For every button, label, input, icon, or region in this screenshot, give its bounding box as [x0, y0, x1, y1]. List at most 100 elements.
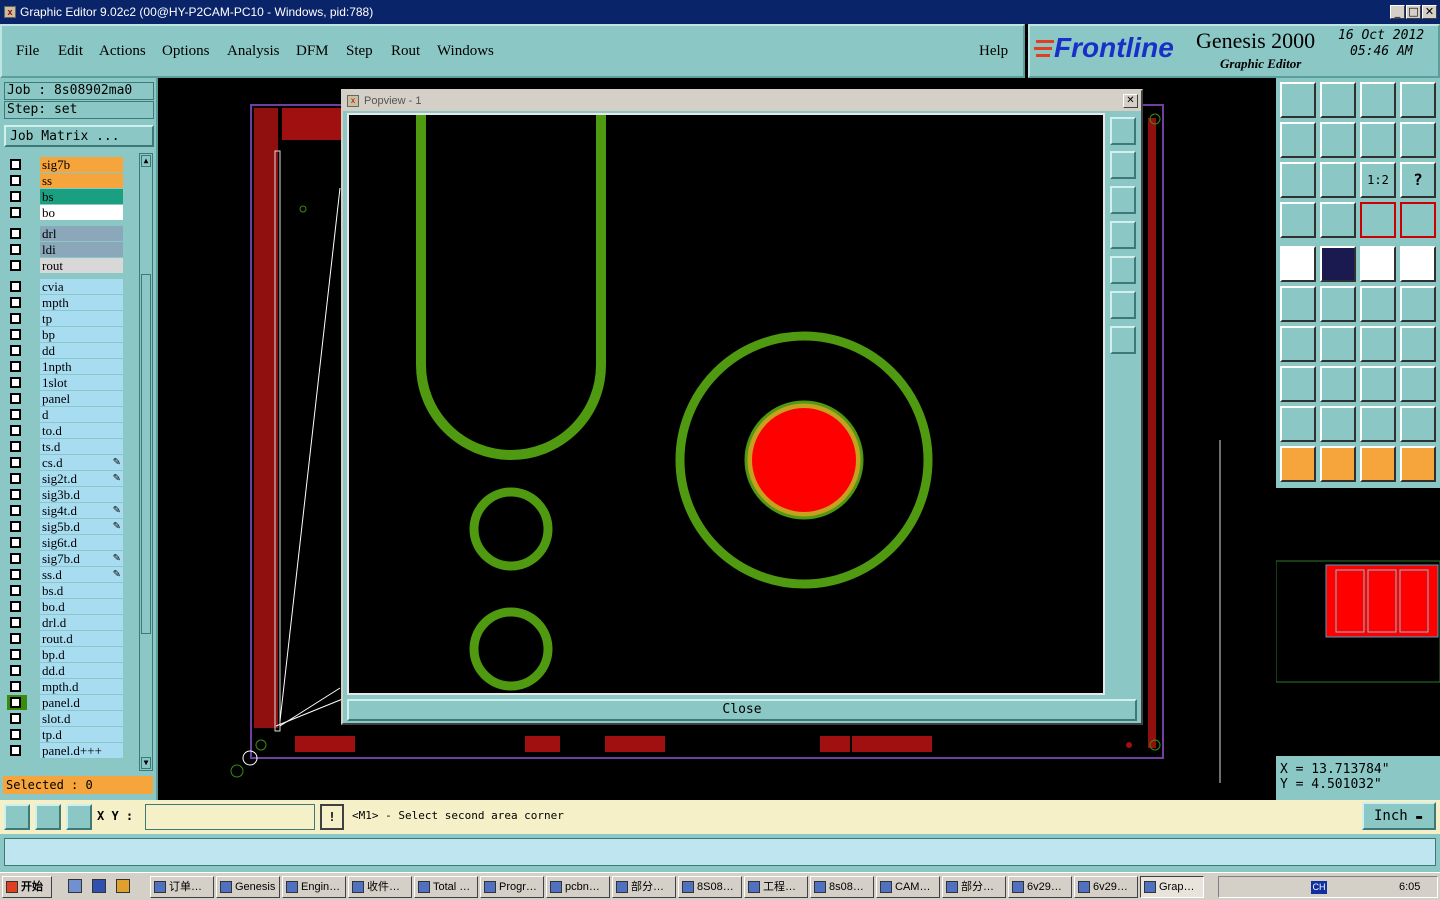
layer-name[interactable]: bp.d	[40, 647, 123, 662]
layer-name[interactable]: bo	[40, 205, 123, 220]
layer-name[interactable]: drl.d	[40, 615, 123, 630]
layer-row[interactable]: tp.d	[7, 727, 125, 742]
layer-row[interactable]: mpth.d	[7, 679, 125, 694]
layer-name[interactable]: rout	[40, 258, 123, 273]
language-indicator[interactable]: CH	[1311, 881, 1327, 894]
layer-row[interactable]: sig4t.d ✎	[7, 503, 125, 518]
zoom-area-icon[interactable]	[35, 804, 61, 830]
layer-checkbox[interactable]	[10, 681, 21, 692]
layer-row[interactable]: tp	[7, 311, 125, 326]
taskbar-button[interactable]: 6v29…	[1074, 876, 1138, 898]
snap-grid-icon[interactable]	[1360, 202, 1396, 238]
draw-line-icon[interactable]	[1320, 326, 1356, 362]
pad-circle-icon[interactable]	[1400, 246, 1436, 282]
pan-up-icon[interactable]	[1280, 82, 1316, 118]
popview-pan-up-icon[interactable]	[1110, 151, 1136, 179]
layer-checkbox[interactable]	[10, 601, 21, 612]
layer-name[interactable]: ldi	[40, 242, 123, 257]
menu-windows[interactable]: Windows	[437, 43, 494, 60]
layer-checkbox[interactable]	[10, 329, 21, 340]
menu-edit[interactable]: Edit	[58, 43, 83, 60]
snap-mode-icon[interactable]	[4, 804, 30, 830]
popview-pan-left-icon[interactable]	[1110, 221, 1136, 249]
layer-name[interactable]: panel	[40, 391, 123, 406]
layer-row[interactable]: drl	[7, 226, 125, 241]
layer-row[interactable]: cvia	[7, 279, 125, 294]
triangle-a-icon[interactable]	[1280, 406, 1316, 442]
popview-window[interactable]: x Popview - 1 ✕ Close	[341, 89, 1143, 725]
connect-nodes-icon[interactable]	[1280, 286, 1316, 322]
layer-name[interactable]: panel.d+++	[40, 743, 123, 758]
layer-checkbox[interactable]	[10, 649, 21, 660]
layer-name[interactable]: bs	[40, 189, 123, 204]
grid-toggle-icon[interactable]	[66, 804, 92, 830]
zoom-center-icon[interactable]	[1320, 162, 1356, 198]
layer-checkbox[interactable]	[10, 473, 21, 484]
layer-row[interactable]: sig6t.d	[7, 535, 125, 550]
move-line-icon[interactable]	[1360, 286, 1396, 322]
taskbar-button[interactable]: 部分…	[942, 876, 1006, 898]
layer-name[interactable]: panel.d	[40, 695, 123, 710]
taskbar-button[interactable]: 收件…	[348, 876, 412, 898]
triangle-b-icon[interactable]	[1320, 406, 1356, 442]
layer-name[interactable]: sig2t.d ✎	[40, 471, 123, 486]
layer-name[interactable]: slot.d	[40, 711, 123, 726]
layer-checkbox[interactable]	[10, 260, 21, 271]
menu-rout[interactable]: Rout	[391, 43, 420, 60]
popview-title-bar[interactable]: x Popview - 1 ✕	[343, 91, 1141, 111]
layer-checkbox[interactable]	[10, 244, 21, 255]
layer-checkbox[interactable]	[10, 617, 21, 628]
layer-checkbox[interactable]	[10, 745, 21, 756]
layer-checkbox[interactable]	[10, 159, 21, 170]
layer-row[interactable]: panel.d+++	[7, 743, 125, 758]
zoom-1-2-icon[interactable]: 1:2	[1360, 162, 1396, 198]
layer-checkbox[interactable]	[10, 489, 21, 500]
layer-row[interactable]: drl.d	[7, 615, 125, 630]
layer-row[interactable]: sig2t.d ✎	[7, 471, 125, 486]
popview-zoom-window-icon[interactable]	[1110, 117, 1136, 145]
taskbar-button[interactable]: Progr…	[480, 876, 544, 898]
menu-help[interactable]: Help	[979, 43, 1008, 60]
unit-selector[interactable]: Inch ▬	[1362, 802, 1436, 830]
layer-checkbox[interactable]	[10, 521, 21, 532]
job-matrix-button[interactable]: Job Matrix ...	[4, 125, 154, 147]
layer-name[interactable]: 1slot	[40, 375, 123, 390]
taskbar-button[interactable]: pcbn…	[546, 876, 610, 898]
layer-name[interactable]: sig3b.d	[40, 487, 123, 502]
layer-row[interactable]: d	[7, 407, 125, 422]
layer-name[interactable]: sig7b	[40, 157, 123, 172]
layer-checkbox[interactable]	[10, 175, 21, 186]
arc-icon[interactable]	[1360, 326, 1396, 362]
layer-row[interactable]: bp.d	[7, 647, 125, 662]
layer-checkbox[interactable]	[10, 281, 21, 292]
redraw-icon[interactable]	[1400, 122, 1436, 158]
layer-checkbox[interactable]	[10, 361, 21, 372]
layer-checkbox[interactable]	[10, 569, 21, 580]
pan-down-icon[interactable]	[1320, 82, 1356, 118]
layer-checkbox[interactable]	[10, 585, 21, 596]
layer-checkbox[interactable]	[10, 505, 21, 516]
maximize-button[interactable]: □	[1406, 5, 1421, 19]
layer-name[interactable]: sig5b.d ✎	[40, 519, 123, 534]
layer-checkbox[interactable]	[10, 345, 21, 356]
layer-row[interactable]: slot.d	[7, 711, 125, 726]
layer-checkbox[interactable]	[10, 409, 21, 420]
mirror-feature-icon[interactable]	[1400, 326, 1436, 362]
layer-row[interactable]: dd	[7, 343, 125, 358]
layer-checkbox[interactable]	[10, 441, 21, 452]
taskbar-button[interactable]: Total …	[414, 876, 478, 898]
layer-checkbox[interactable]	[10, 228, 21, 239]
pan-left-icon[interactable]	[1280, 122, 1316, 158]
popview-zoom-center-icon[interactable]	[1110, 326, 1136, 354]
layer-name[interactable]: to.d	[40, 423, 123, 438]
taskbar-button[interactable]: Genesis	[216, 876, 280, 898]
line-break-icon[interactable]	[1320, 366, 1356, 402]
layer-name[interactable]: sig4t.d ✎	[40, 503, 123, 518]
layer-name[interactable]: dd.d	[40, 663, 123, 678]
layer-row[interactable]: ss.d ✎	[7, 567, 125, 582]
pointer-circle-icon[interactable]	[1360, 446, 1396, 482]
mirror-view-icon[interactable]	[1360, 122, 1396, 158]
help-icon[interactable]: ?	[1400, 162, 1436, 198]
angle-line-icon[interactable]	[1280, 326, 1316, 362]
menu-analysis[interactable]: Analysis	[227, 43, 280, 60]
